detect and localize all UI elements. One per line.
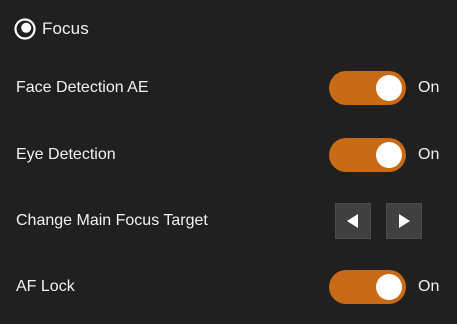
panel-header: Focus	[14, 14, 89, 44]
setting-label: Face Detection AE	[16, 79, 149, 96]
af-lock-toggle[interactable]	[329, 270, 406, 304]
setting-label: Change Main Focus Target	[16, 212, 208, 229]
setting-row-af-lock: AF Lock On	[0, 267, 457, 307]
toggle-state-label: On	[418, 79, 440, 96]
toggle-knob	[376, 142, 402, 168]
setting-label: Eye Detection	[16, 146, 116, 163]
setting-row-face-detection-ae: Face Detection AE On	[0, 68, 457, 108]
setting-row-eye-detection: Eye Detection On	[0, 135, 457, 175]
setting-row-change-main-focus-target: Change Main Focus Target	[0, 201, 457, 241]
toggle-knob	[376, 274, 402, 300]
triangle-right-icon	[399, 214, 410, 228]
toggle-state-label: On	[418, 146, 440, 163]
setting-label: AF Lock	[16, 278, 75, 295]
toggle-knob	[376, 75, 402, 101]
previous-focus-target-button[interactable]	[335, 203, 371, 239]
focus-settings-panel: Focus Face Detection AE On Eye Detection…	[0, 0, 457, 324]
triangle-left-icon	[347, 214, 358, 228]
focus-icon	[14, 18, 36, 40]
panel-title: Focus	[42, 19, 89, 38]
next-focus-target-button[interactable]	[386, 203, 422, 239]
toggle-state-label: On	[418, 278, 440, 295]
eye-detection-toggle[interactable]	[329, 138, 406, 172]
face-detection-ae-toggle[interactable]	[329, 71, 406, 105]
